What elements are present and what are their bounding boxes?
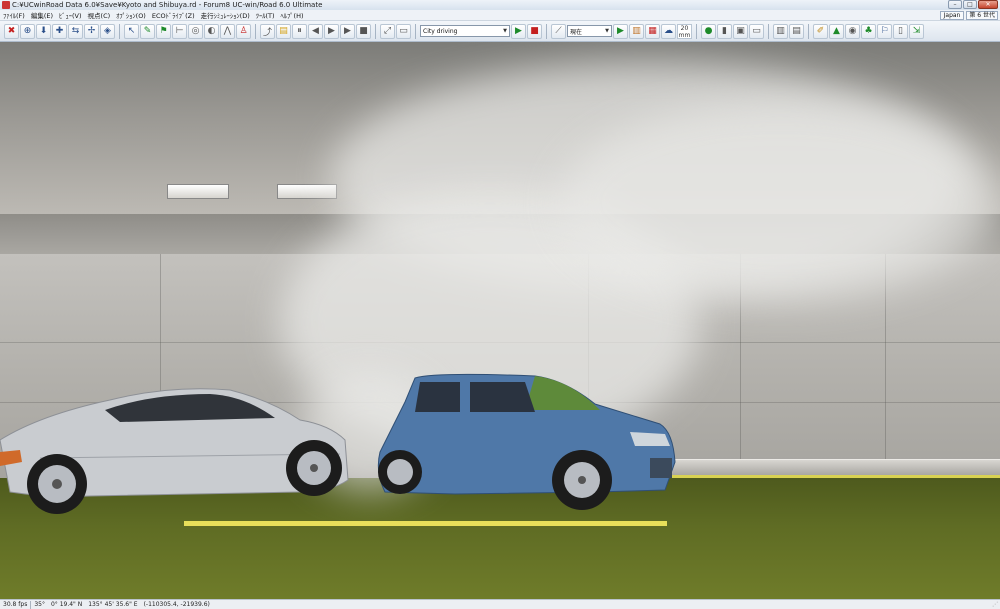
menu-bar: ﾌｧｲﾙ(F) 編集(E) ﾋﾞｭｰ(V) 視点(C) ｵﾌﾟｼｮﾝ(O) EC… — [0, 10, 1000, 21]
longitude-readout: 135° 45' 35.6" E — [88, 601, 138, 608]
monitor-icon[interactable]: ▣ — [733, 23, 748, 39]
scenario-select[interactable]: City driving ▼ — [420, 25, 510, 37]
menu-file[interactable]: ﾌｧｲﾙ(F) — [0, 10, 28, 20]
start-driving-icon[interactable]: ▶ — [511, 23, 526, 39]
landscape-icon[interactable]: ▲ — [829, 23, 844, 39]
view-select-value: 現在 — [570, 28, 583, 36]
view-select[interactable]: 現在 ▼ — [567, 25, 612, 37]
document-icon[interactable]: ▯ — [893, 23, 908, 39]
title-bar: C:¥UCwinRoad Data 6.0¥Save¥Kyoto and Shi… — [0, 0, 1000, 10]
heading-readout: 35° — [34, 601, 45, 608]
menu-options[interactable]: ｵﾌﾟｼｮﾝ(O) — [113, 10, 149, 20]
close-button[interactable]: ✕ — [978, 0, 998, 9]
forward-icon[interactable]: ▶ — [340, 23, 355, 39]
play-icon[interactable]: ▶ — [324, 23, 339, 39]
language-indicator[interactable]: Japan — [939, 11, 965, 20]
lane-marking — [184, 521, 667, 526]
status-bar: 30.8 fps 35° 0° 19.4" N 135° 45' 35.6" E… — [0, 599, 1000, 609]
buildings-icon[interactable]: ▥ — [629, 23, 644, 39]
grid-icon[interactable]: ⋀ — [220, 23, 235, 39]
stop-driving-icon[interactable]: ■ — [527, 23, 542, 39]
split-road-icon[interactable]: ⇆ — [68, 23, 83, 39]
display-icon[interactable]: ▭ — [749, 23, 764, 39]
record-icon[interactable]: ⤴ — [260, 23, 275, 39]
chart-icon[interactable]: ▥ — [773, 23, 788, 39]
zoom-level[interactable]: 20 mm — [677, 23, 692, 39]
menu-view[interactable]: ﾋﾞｭｰ(V) — [56, 10, 85, 20]
ceiling-light — [277, 184, 337, 199]
person-icon[interactable]: ♙ — [236, 23, 251, 39]
down-arrow-icon[interactable]: ⬇ — [36, 23, 51, 39]
paint-brush-icon[interactable]: ✐ — [813, 23, 828, 39]
chevron-down-icon: ▼ — [605, 28, 609, 34]
sign-icon[interactable]: ⚐ — [877, 23, 892, 39]
pause-icon[interactable]: ⏸ — [292, 23, 307, 39]
place-model-icon[interactable]: ⚑ — [156, 23, 171, 39]
green-circle-icon[interactable]: ● — [701, 23, 716, 39]
latitude-readout: 0° 19.4" N — [50, 601, 83, 608]
delete-tool-icon[interactable]: ✖ — [4, 23, 19, 39]
window-title: C:¥UCwinRoad Data 6.0¥Save¥Kyoto and Shi… — [12, 1, 323, 9]
menu-right: Japan 第 6 世代 — [939, 10, 998, 21]
model-icon[interactable]: ▦ — [645, 23, 660, 39]
road-edit-icon[interactable]: ⊕ — [20, 23, 35, 39]
menu-camera[interactable]: 視点(C) — [85, 10, 114, 20]
blue-suv — [377, 373, 676, 510]
fps-readout: 30.8 fps — [3, 601, 28, 608]
menu-tools[interactable]: ﾂｰﾙ(T) — [253, 10, 278, 20]
sidewalk-curb — [660, 459, 1000, 475]
intersection-icon[interactable]: ✢ — [84, 23, 99, 39]
snapshot-icon[interactable]: ▭ — [396, 23, 411, 39]
scenario-select-value: City driving — [423, 27, 458, 35]
3d-viewport[interactable] — [0, 42, 1000, 599]
rewind-icon[interactable]: ◀ — [308, 23, 323, 39]
camera-view-icon[interactable]: ⟋ — [551, 23, 566, 39]
window-controls: – □ ✕ — [948, 0, 998, 9]
traffic-light-icon[interactable]: ▶ — [613, 23, 628, 39]
edit-node-icon[interactable]: ✎ — [140, 23, 155, 39]
fullscreen-icon[interactable]: ⤢ — [380, 23, 395, 39]
ceiling-light — [167, 184, 229, 199]
menu-eco-drive[interactable]: ECOﾄﾞﾗｲﾌﾞ(Z) — [149, 10, 198, 20]
resize-grip-icon[interactable]: ⋰ — [992, 601, 998, 608]
cross-road-icon[interactable]: ✚ — [52, 23, 67, 39]
measure-icon[interactable]: ⊢ — [172, 23, 187, 39]
camera-move-icon[interactable]: ◐ — [204, 23, 219, 39]
stop-icon[interactable]: ■ — [356, 23, 371, 39]
folder-icon[interactable]: ▤ — [276, 23, 291, 39]
select-pointer-icon[interactable]: ↖ — [124, 23, 139, 39]
tree-icon[interactable]: ♣ — [861, 23, 876, 39]
table-icon[interactable]: ▤ — [789, 23, 804, 39]
chevron-down-icon: ▼ — [503, 28, 507, 34]
menu-help[interactable]: ﾍﾙﾌﾟ(H) — [278, 10, 307, 20]
smoke-cloud — [560, 102, 1000, 302]
maximize-button[interactable]: □ — [963, 0, 977, 9]
terrain-icon[interactable]: ◈ — [100, 23, 115, 39]
menu-edit[interactable]: 編集(E) — [28, 10, 56, 20]
minimize-button[interactable]: – — [948, 0, 962, 9]
app-icon — [2, 1, 10, 9]
steering-icon[interactable]: ◎ — [188, 23, 203, 39]
vehicle-icon[interactable]: ◉ — [845, 23, 860, 39]
sky-icon[interactable]: ☁ — [661, 23, 676, 39]
ime-indicator[interactable]: 第 6 世代 — [966, 11, 998, 20]
export-icon[interactable]: ⇲ — [909, 23, 924, 39]
silver-car — [0, 388, 349, 514]
menu-driving-simulation[interactable]: 走行ｼﾐｭﾚｰｼｮﾝ(D) — [198, 10, 253, 20]
cylinder-icon[interactable]: ▮ — [717, 23, 732, 39]
main-toolbar: ✖ ⊕ ⬇ ✚ ⇆ ✢ ◈ ↖ ✎ ⚑ ⊢ ◎ ◐ ⋀ ♙ ⤴ ▤ ⏸ ◀ ▶ … — [0, 21, 1000, 42]
position-readout: (-110305.4, -21939.6) — [143, 601, 210, 608]
